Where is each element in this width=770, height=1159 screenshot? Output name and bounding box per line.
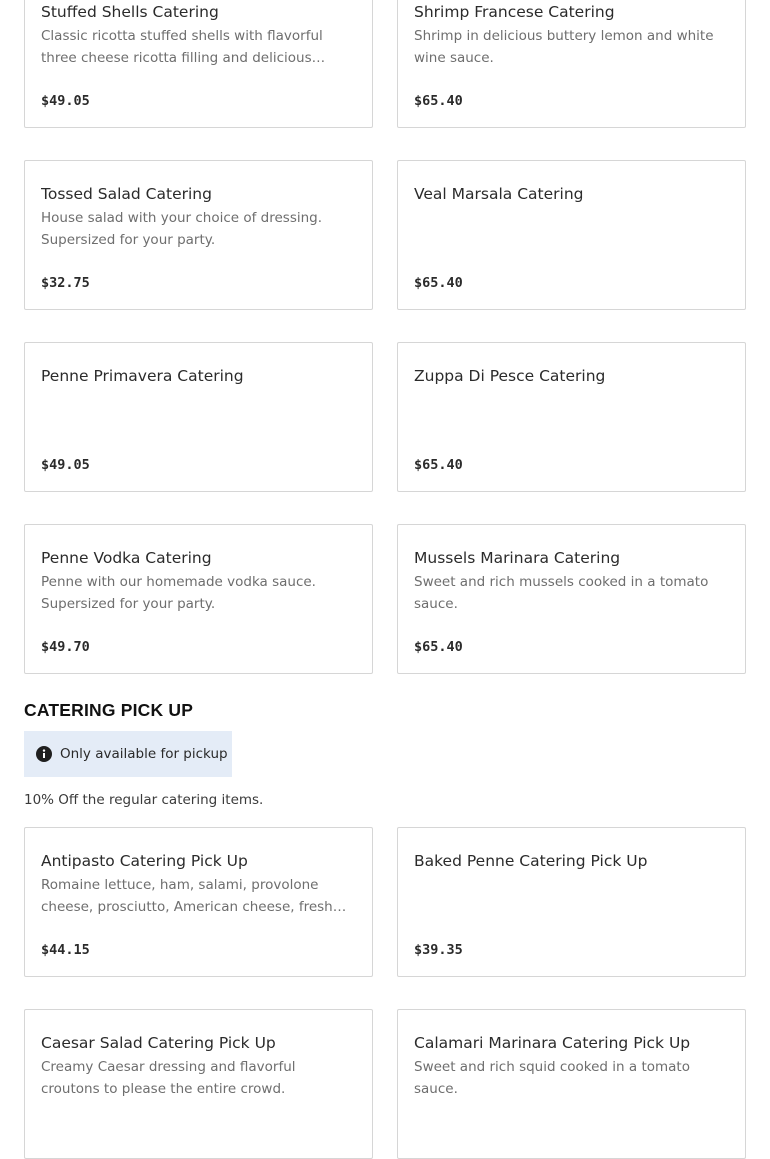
- menu-item-price: $65.40: [414, 275, 463, 291]
- menu-item-description: Creamy Caesar dressing and flavorful cro…: [41, 1059, 296, 1097]
- menu-item-price: $65.40: [414, 457, 463, 473]
- menu-item-title: Zuppa Di Pesce Catering: [414, 367, 606, 385]
- menu-item-description: Sweet and rich mussels cooked in a tomat…: [414, 574, 709, 612]
- menu-item-title: Antipasto Catering Pick Up: [41, 852, 248, 870]
- menu-item-title: Mussels Marinara Catering: [414, 549, 621, 567]
- menu-item-price: $39.35: [414, 942, 463, 958]
- menu-item-price: $49.05: [41, 93, 90, 109]
- menu-item-card[interactable]: Calamari Marinara Catering Pick Up Sweet…: [397, 1009, 746, 1159]
- menu-item-card[interactable]: Penne Primavera Catering $49.05: [24, 342, 373, 492]
- menu-item-card[interactable]: Baked Penne Catering Pick Up $39.35: [397, 827, 746, 977]
- menu-item-card[interactable]: Antipasto Catering Pick Up Romaine lettu…: [24, 827, 373, 977]
- menu-item-card[interactable]: Mussels Marinara Catering Sweet and rich…: [397, 524, 746, 674]
- menu-item-price: $65.40: [414, 639, 463, 655]
- menu-item-title: Baked Penne Catering Pick Up: [414, 852, 648, 870]
- menu-item-title: Tossed Salad Catering: [41, 185, 212, 203]
- menu-item-title: Calamari Marinara Catering Pick Up: [414, 1034, 691, 1052]
- info-icon: [36, 746, 52, 762]
- pickup-items-grid: Antipasto Catering Pick Up Romaine lettu…: [24, 827, 746, 1159]
- menu-item-price: $65.40: [414, 93, 463, 109]
- menu-item-card[interactable]: Tossed Salad Catering House salad with y…: [24, 160, 373, 310]
- menu-item-description: Classic ricotta stuffed shells with flav…: [41, 28, 323, 66]
- menu-item-card[interactable]: Zuppa Di Pesce Catering $65.40: [397, 342, 746, 492]
- catering-items-grid: Stuffed Shells Catering Classic ricotta …: [24, 0, 746, 674]
- menu-item-description: Shrimp in delicious buttery lemon and wh…: [414, 28, 714, 66]
- menu-item-card[interactable]: Veal Marsala Catering $65.40: [397, 160, 746, 310]
- section-title: CATERING PICK UP: [24, 700, 194, 720]
- menu-item-card[interactable]: Shrimp Francese Catering Shrimp in delic…: [397, 0, 746, 128]
- menu-item-title: Caesar Salad Catering Pick Up: [41, 1034, 276, 1052]
- menu-item-card[interactable]: Penne Vodka Catering Penne with our home…: [24, 524, 373, 674]
- menu-item-title: Penne Primavera Catering: [41, 367, 244, 385]
- pickup-only-badge: Only available for pickup: [24, 731, 232, 777]
- menu-item-price: $32.75: [41, 275, 90, 291]
- menu-item-title: Shrimp Francese Catering: [414, 3, 615, 21]
- pickup-badge-label: Only available for pickup: [60, 746, 228, 762]
- menu-item-card[interactable]: Stuffed Shells Catering Classic ricotta …: [24, 0, 373, 128]
- menu-item-price: $44.15: [41, 942, 90, 958]
- menu-item-description: Sweet and rich squid cooked in a tomato …: [414, 1059, 690, 1097]
- menu-item-description: Penne with our homemade vodka sauce. Sup…: [41, 574, 316, 612]
- menu-item-price: $49.70: [41, 639, 90, 655]
- menu-item-description: House salad with your choice of dressing…: [41, 210, 323, 248]
- menu-item-title: Veal Marsala Catering: [414, 185, 584, 203]
- section-description: 10% Off the regular catering items.: [24, 792, 264, 808]
- menu-item-title: Penne Vodka Catering: [41, 549, 212, 567]
- menu-item-card[interactable]: Caesar Salad Catering Pick Up Creamy Cae…: [24, 1009, 373, 1159]
- menu-item-price: $49.05: [41, 457, 90, 473]
- menu-item-title: Stuffed Shells Catering: [41, 3, 219, 21]
- menu-item-description: Romaine lettuce, ham, salami, provolone …: [41, 877, 333, 915]
